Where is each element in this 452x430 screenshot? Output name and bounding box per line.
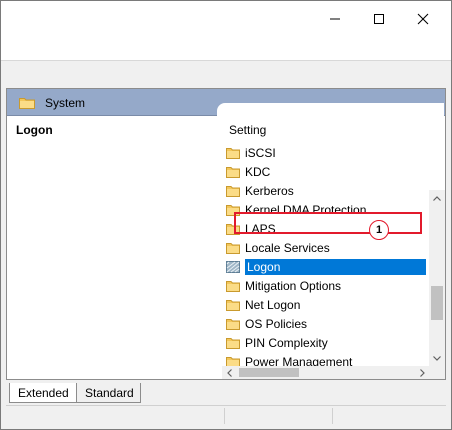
list-item-selected[interactable]: Logon (226, 257, 426, 276)
vertical-scrollbar[interactable] (429, 190, 445, 366)
folder-icon (19, 97, 35, 112)
chevron-down-icon (433, 355, 441, 361)
list-item-label: OS Policies (245, 316, 308, 331)
folder-icon (226, 242, 240, 254)
scroll-right-button[interactable] (415, 366, 429, 379)
list-item-label: Locale Services (245, 240, 330, 255)
group-policy-editor-window: System Logon Setting iSCSI KDC Kerberos (0, 0, 452, 430)
annotation-highlight-box (234, 212, 422, 234)
open-folder-icon (226, 260, 240, 273)
list-item-label: Kerberos (245, 183, 294, 198)
tab-standard[interactable]: Standard (77, 383, 141, 403)
title-bar (1, 1, 451, 41)
scroll-left-button[interactable] (222, 366, 236, 379)
folder-icon (226, 299, 240, 311)
annotation-step-marker: 1 (369, 220, 389, 240)
menu-bar (1, 41, 451, 61)
list-item-label: Logon (245, 258, 426, 275)
list-item[interactable]: Net Logon (226, 295, 426, 314)
list-item[interactable]: Mitigation Options (226, 276, 426, 295)
minimize-icon (330, 18, 340, 20)
chevron-up-icon (433, 195, 441, 201)
content-area: System Logon Setting iSCSI KDC Kerberos (6, 88, 446, 380)
toolbar (1, 61, 451, 87)
folder-icon (226, 337, 240, 349)
tab-extended[interactable]: Extended (9, 383, 77, 403)
settings-pane: Setting iSCSI KDC Kerberos Kernel DMA Pr… (217, 103, 444, 379)
minimize-button[interactable] (313, 5, 357, 33)
folder-icon (226, 280, 240, 292)
list-item-label: iSCSI (245, 145, 276, 160)
folder-icon (226, 147, 240, 159)
list-item[interactable]: KDC (226, 162, 426, 181)
view-tabs: Extended Standard (9, 383, 309, 403)
pane-header-title: System (45, 96, 86, 110)
folder-icon (226, 185, 240, 197)
list-item-label: KDC (245, 164, 271, 179)
folder-icon (226, 318, 240, 330)
maximize-icon (374, 14, 384, 24)
list-item[interactable]: PIN Complexity (226, 333, 426, 352)
close-icon (417, 13, 429, 25)
close-button[interactable] (401, 5, 445, 33)
list-item[interactable]: Locale Services (226, 238, 426, 257)
column-header-setting[interactable]: Setting (229, 123, 266, 137)
folder-icon (226, 166, 240, 178)
list-item[interactable]: Kerberos (226, 181, 426, 200)
status-cell (332, 408, 442, 424)
list-item[interactable]: OS Policies (226, 314, 426, 333)
status-cell (224, 408, 332, 424)
scroll-down-button[interactable] (429, 350, 445, 366)
description-pane: Logon (7, 116, 212, 379)
chevron-right-icon (419, 368, 425, 377)
maximize-button[interactable] (357, 5, 401, 33)
list-item-label: Net Logon (245, 297, 301, 312)
chevron-left-icon (226, 368, 232, 377)
horizontal-scrollbar[interactable] (222, 366, 429, 379)
list-item-label: PIN Complexity (245, 335, 328, 350)
scrollbar-corner (429, 366, 445, 379)
list-item-label: Mitigation Options (245, 278, 342, 293)
status-bar (6, 405, 446, 425)
list-item[interactable]: iSCSI (226, 143, 426, 162)
vertical-scroll-thumb[interactable] (431, 286, 443, 320)
selected-node-heading: Logon (16, 123, 53, 137)
horizontal-scroll-thumb[interactable] (239, 368, 299, 377)
scroll-up-button[interactable] (429, 190, 445, 206)
